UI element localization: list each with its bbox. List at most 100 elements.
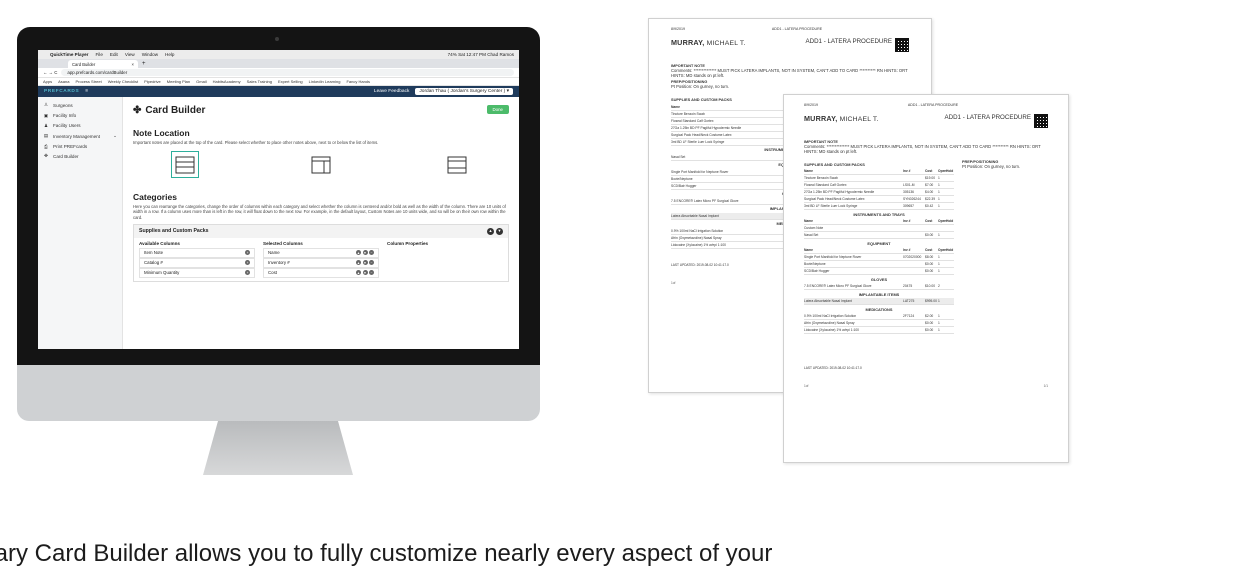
- menu-edit[interactable]: Edit: [110, 52, 118, 57]
- selected-column-row[interactable]: Inventory # ▲ ▼ −: [263, 257, 379, 268]
- selected-column-row[interactable]: Cost ▲ ▼ −: [263, 267, 379, 278]
- move-down-icon[interactable]: ▼: [362, 270, 368, 276]
- menu-file[interactable]: File: [95, 52, 102, 57]
- person-icon: ♙: [43, 102, 49, 108]
- add-icon[interactable]: +: [245, 250, 250, 256]
- page-title-text: Card Builder: [145, 105, 206, 116]
- done-button[interactable]: Done: [486, 105, 509, 114]
- move-up-icon[interactable]: ▲: [356, 260, 361, 266]
- building-icon: ▣: [43, 112, 49, 118]
- remove-icon[interactable]: −: [369, 270, 374, 276]
- card-prep-column: PREP/POSITIONING Pt Position: On gurney,…: [962, 160, 1048, 334]
- card-item-row: Latera Absorbable Nasal Implant LAT275 $99…: [804, 298, 954, 306]
- column-properties-heading: Column Properties: [387, 240, 429, 246]
- sidebar-item-card-builder[interactable]: ✤ Card Builder: [38, 151, 122, 161]
- browser-nav-icons[interactable]: ← → C: [43, 70, 57, 75]
- sidebar-item-print-prefcards[interactable]: ⎙ Print PREFcards: [38, 142, 122, 151]
- hamburger-menu-icon[interactable]: ≡: [85, 89, 88, 94]
- layout-notes-above-option[interactable]: [171, 151, 199, 179]
- new-tab-button[interactable]: +: [142, 60, 146, 68]
- column-name: Cost: [268, 270, 278, 276]
- layout-above-icon: [175, 156, 195, 174]
- sidebar-item-facility-info[interactable]: ▣ Facility Info: [38, 110, 122, 120]
- caption-text: tary Card Builder allows you to fully cu…: [0, 540, 773, 567]
- prep-text: Pt Position: On gurney, no turn.: [671, 84, 730, 90]
- bookmark-pipedrive[interactable]: Pipedrive: [144, 79, 161, 84]
- menu-window[interactable]: Window: [142, 52, 158, 57]
- browser-tab-strip: Card Builder × +: [38, 59, 519, 68]
- column-name: Item Note: [144, 250, 164, 256]
- sidebar-item-label: Inventory Management: [53, 133, 100, 139]
- bookmark-linkedin-learning[interactable]: LinkedIn Learning: [309, 79, 341, 84]
- bookmark-asana[interactable]: Asana: [58, 79, 69, 84]
- bookmark-habitsacademy[interactable]: HabitsAcademy: [213, 79, 241, 84]
- panel-controls: ▲ ▼: [487, 227, 503, 235]
- sidebar-item-inventory-management[interactable]: ▤ Inventory Management ⌄: [38, 131, 122, 141]
- browser-tab-card-builder[interactable]: Card Builder ×: [68, 60, 138, 68]
- patient-name: MURRAY, MICHAEL T.: [671, 38, 746, 47]
- add-icon[interactable]: +: [245, 260, 250, 266]
- layout-below-icon: [447, 156, 467, 174]
- card-item-row: SCD/Bair Hugger $0.00 1: [804, 268, 954, 276]
- supplies-panel-header: Supplies and Custom Packs ▲ ▼: [134, 224, 508, 238]
- menu-view[interactable]: View: [125, 52, 135, 57]
- tab-close-icon[interactable]: ×: [132, 62, 134, 67]
- move-up-icon[interactable]: ▲: [356, 250, 361, 256]
- move-up-icon[interactable]: ▲: [487, 227, 494, 235]
- available-column-row[interactable]: Minimum Quantity +: [139, 267, 255, 278]
- available-column-row[interactable]: Catalog # +: [139, 257, 255, 268]
- column-name: Inventory #: [268, 260, 290, 266]
- bookmark-expert-selling[interactable]: Expert Selling: [278, 79, 303, 84]
- sidebar-item-label: Surgeons: [53, 102, 73, 108]
- inventory-icon: ▤: [43, 133, 49, 139]
- layout-notes-below-option[interactable]: [443, 151, 471, 178]
- bookmark-gmail[interactable]: Gmail: [196, 79, 206, 84]
- card-table-header: Name Inv # Cost Open Hold: [804, 219, 954, 226]
- selected-column-row[interactable]: Name ▲ ▼ −: [263, 247, 379, 258]
- bookmark-weekly-checklist[interactable]: Weekly Checklist: [108, 79, 138, 84]
- page-title: ✤ Card Builder: [133, 105, 509, 116]
- card-section-title: INSTRUMENTS AND TRAYS: [853, 211, 905, 217]
- move-down-icon[interactable]: ▼: [496, 227, 503, 235]
- card-header-title: ADD1 - LATERA PROCEDURE: [771, 27, 823, 31]
- move-down-icon[interactable]: ▼: [362, 260, 368, 266]
- remove-icon[interactable]: −: [369, 260, 374, 266]
- add-icon[interactable]: +: [245, 270, 250, 276]
- bookmark-apps[interactable]: Apps: [43, 79, 52, 84]
- important-note-text: Comments: ************** MUST PICK LATER…: [804, 144, 1041, 155]
- chevron-down-icon[interactable]: ⌄: [113, 133, 117, 139]
- menu-help[interactable]: Help: [165, 52, 174, 57]
- layout-notes-beside-option[interactable]: [307, 151, 335, 178]
- column-editor: Available Columns Item Note + Catalog # …: [134, 238, 508, 281]
- card-top-line: 8/9/2019 ADD1 - LATERA PROCEDURE: [804, 103, 1048, 107]
- camera-dot: [275, 37, 279, 41]
- remove-icon[interactable]: −: [369, 250, 374, 256]
- layout-beside-icon: [311, 156, 331, 174]
- address-bar[interactable]: app.prefcards.com/cardBuilder: [61, 69, 514, 76]
- sidebar-item-facility-users[interactable]: ♟ Facility Users: [38, 121, 122, 131]
- sidebar-item-label: Facility Users: [53, 123, 81, 129]
- selected-columns: Selected Columns Name ▲ ▼ − Inventory # ▲ ▼…: [263, 241, 379, 278]
- menubar-status: 74% Sat 12:47 PM Chad Ramos: [447, 52, 514, 57]
- procedure-title: ADD1 - LATERA PROCEDURE: [805, 38, 892, 45]
- move-up-icon[interactable]: ▲: [356, 270, 361, 276]
- categories-heading: Categories: [133, 192, 177, 203]
- bookmark-fancy-hands[interactable]: Fancy Hands: [346, 79, 370, 84]
- active-app-name[interactable]: QuickTime Player: [50, 52, 88, 57]
- leave-feedback-link[interactable]: Leave Feedback: [374, 89, 409, 94]
- card-item-row: 3ml BD LF Sterile Luer Lock Syringe30965…: [804, 203, 954, 211]
- move-down-icon[interactable]: ▼: [362, 250, 368, 256]
- available-column-row[interactable]: Item Note +: [139, 247, 255, 258]
- sidebar-item-surgeons[interactable]: ♙ Surgeons: [38, 100, 122, 110]
- bookmark-meeting-plan[interactable]: Meeting Plan: [167, 79, 190, 84]
- qr-code-icon: [895, 38, 909, 52]
- imac-mockup: QuickTime Player File Edit View Window H…: [17, 27, 540, 475]
- qr-code-icon: [1034, 114, 1048, 128]
- sidebar-item-label: Print PREFcards: [53, 143, 88, 149]
- bookmark-process-street[interactable]: Process Street: [75, 79, 101, 84]
- note-layout-options: [133, 145, 509, 188]
- prefcards-logo[interactable]: PREFCARDS: [44, 89, 79, 94]
- user-menu-dropdown[interactable]: Jordan Thau ( Jordan's Surgery Center ) …: [415, 88, 513, 95]
- bookmark-sales-training[interactable]: Sales Training: [247, 79, 272, 84]
- selected-columns-heading: Selected Columns: [263, 240, 303, 246]
